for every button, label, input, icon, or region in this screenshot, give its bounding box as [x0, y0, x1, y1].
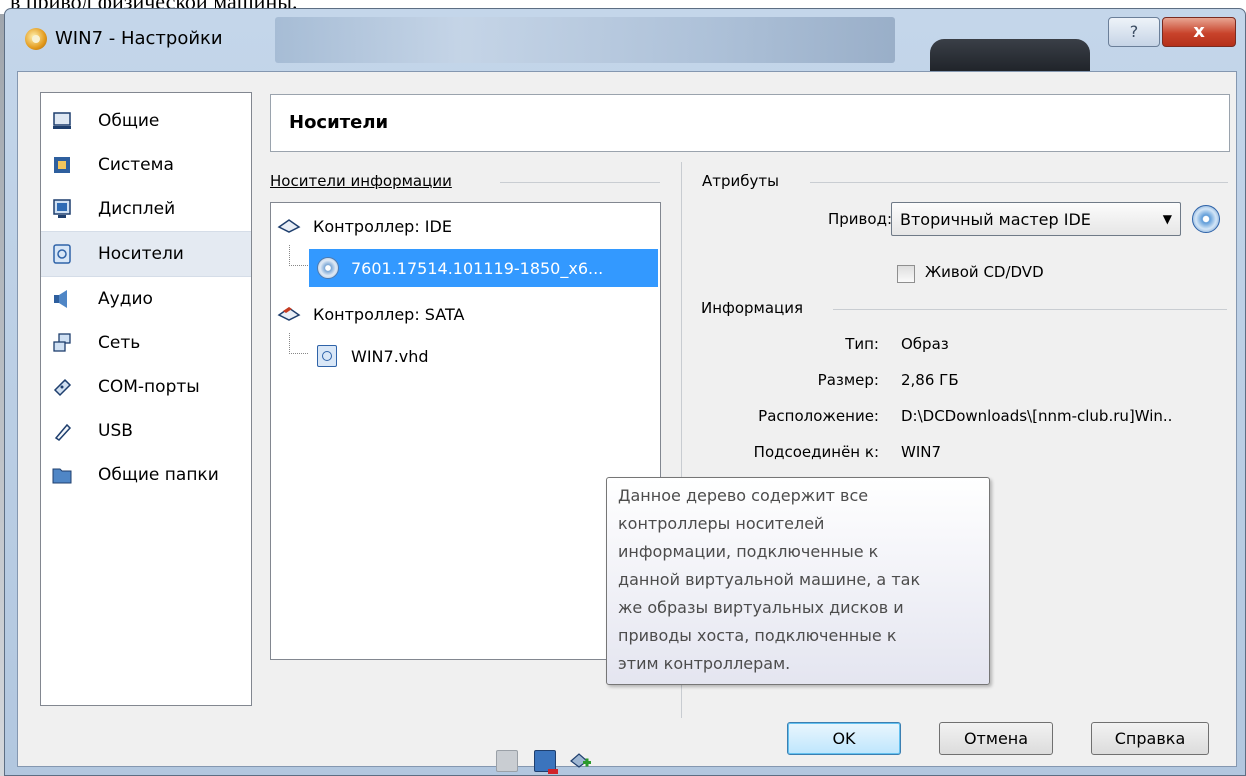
add-hdd-icon[interactable] [534, 750, 558, 774]
tooltip-line: же образы виртуальных дисков и [618, 598, 904, 617]
tooltip-line: информации, подключенные к [618, 542, 879, 561]
sidebar-item-label: Аудио [98, 289, 153, 309]
sidebar-item-label: Система [98, 155, 174, 175]
info-location-value: D:\DCDownloads\[nnm-club.ru]Win.. [901, 407, 1173, 425]
background-window-fragment [930, 39, 1090, 71]
cancel-button[interactable]: Отмена [939, 722, 1053, 755]
group-separator [833, 309, 1227, 310]
drive-select[interactable]: Вторичный мастер IDE ▼ [891, 202, 1181, 236]
sata-controller-icon [277, 306, 301, 322]
sidebar-item-label: USB [98, 421, 133, 441]
sidebar-item-label: Носители [98, 244, 184, 264]
settings-sidebar: Общие Система Дисплей Носители Аудио Сет… [40, 92, 252, 706]
cd-disc-icon [317, 257, 339, 279]
live-cd-label[interactable]: Живой CD/DVD [925, 263, 1044, 281]
tree-connector [289, 245, 308, 266]
tree-item-ide-controller[interactable]: Контроллер: IDE [277, 207, 657, 245]
info-type-value: Образ [901, 335, 949, 353]
sidebar-item-audio[interactable]: Аудио [41, 277, 251, 321]
info-size-value: 2,86 ГБ [901, 371, 959, 389]
chip-icon [51, 154, 73, 176]
hdd-icon [317, 345, 337, 367]
close-button[interactable]: x [1162, 17, 1236, 47]
tooltip-text: Данное дерево содержит все контроллеры н… [618, 482, 988, 678]
tooltip-line: данной виртуальной машине, а так [618, 570, 921, 589]
tooltip-line: приводы хоста, подключенные к [618, 626, 897, 645]
tooltip-line: контроллеры носителей [618, 514, 825, 533]
usb-icon [51, 420, 73, 442]
speaker-icon [51, 288, 73, 310]
title-bar[interactable]: WIN7 - Настройки ? x [5, 9, 1245, 71]
drive-label-text: Привод: [828, 210, 892, 228]
tree-item-label: Контроллер: IDE [313, 216, 452, 236]
help-button[interactable]: ? [1108, 17, 1160, 47]
help-dialog-button[interactable]: Справка [1091, 722, 1209, 755]
tree-tooltip: Данное дерево содержит все контроллеры н… [606, 477, 990, 685]
sidebar-item-general[interactable]: Общие [41, 99, 251, 143]
group-title-text: Носители информации [270, 172, 452, 190]
tree-connector [289, 333, 308, 354]
storage-icon [51, 243, 73, 265]
display-icon [51, 198, 73, 220]
attributes-group-title: Атрибуты [702, 172, 779, 190]
info-location-label: Расположение: [758, 407, 879, 425]
information-group-title: Информация [701, 299, 804, 317]
serial-port-icon [51, 376, 73, 398]
folder-icon [51, 464, 73, 486]
storage-tree-group-title: Носители информации [270, 172, 452, 190]
sidebar-item-system[interactable]: Система [41, 143, 251, 187]
tree-item-label: 7601.17514.101119-1850_x6... [351, 258, 604, 278]
info-size-label: Размер: [817, 371, 879, 389]
drive-select-value: Вторичный мастер IDE [900, 210, 1091, 229]
tooltip-line: Данное дерево содержит все [618, 486, 869, 505]
choose-disc-button[interactable] [1192, 205, 1220, 233]
tree-item-label: Контроллер: SATA [313, 304, 465, 324]
chevron-down-icon: ▼ [1162, 212, 1172, 226]
add-attachment-icon[interactable] [570, 750, 591, 770]
monitor-icon [51, 110, 73, 132]
page-title: Носители [289, 112, 389, 133]
sidebar-item-label: Общие [98, 111, 160, 131]
sidebar-item-usb[interactable]: USB [41, 409, 251, 453]
sidebar-item-label: Дисплей [98, 199, 176, 219]
info-attached-value: WIN7 [901, 443, 942, 461]
ide-controller-icon [277, 218, 301, 234]
blurred-background-content [275, 17, 895, 63]
sidebar-item-shared-folders[interactable]: Общие папки [41, 453, 251, 497]
group-separator [810, 182, 1228, 183]
sidebar-item-label: Сеть [98, 333, 141, 353]
sidebar-item-display[interactable]: Дисплей [41, 187, 251, 231]
tooltip-line: этим контроллерам. [618, 654, 791, 673]
tree-item-sata-controller[interactable]: Контроллер: SATA [277, 295, 657, 333]
drive-label: Привод: [784, 210, 892, 228]
info-attached-label: Подсоединён к: [753, 443, 879, 461]
group-separator [500, 182, 660, 183]
live-cd-checkbox[interactable] [897, 265, 915, 283]
storage-tree[interactable]: Контроллер: IDE 7601.17514.101119-1850_x… [270, 202, 661, 660]
ok-button[interactable]: OK [787, 722, 901, 755]
network-icon [51, 332, 73, 354]
sidebar-item-label: COM-порты [98, 377, 200, 397]
tree-item-optical-image[interactable]: 7601.17514.101119-1850_x6... [309, 249, 658, 287]
window-title: WIN7 - Настройки [55, 28, 223, 49]
info-type-label: Тип: [845, 335, 879, 353]
sidebar-item-storage[interactable]: Носители [41, 231, 251, 277]
tree-item-hdd[interactable]: WIN7.vhd [317, 337, 617, 375]
tree-item-label: WIN7.vhd [351, 346, 429, 366]
sidebar-item-network[interactable]: Сеть [41, 321, 251, 365]
remove-controller-icon[interactable] [496, 750, 518, 772]
sidebar-item-label: Общие папки [98, 465, 219, 485]
minus-badge [548, 769, 558, 774]
page-header: Носители [270, 94, 1230, 152]
sidebar-item-com-ports[interactable]: COM-порты [41, 365, 251, 409]
virtualbox-gear-icon [25, 28, 47, 50]
